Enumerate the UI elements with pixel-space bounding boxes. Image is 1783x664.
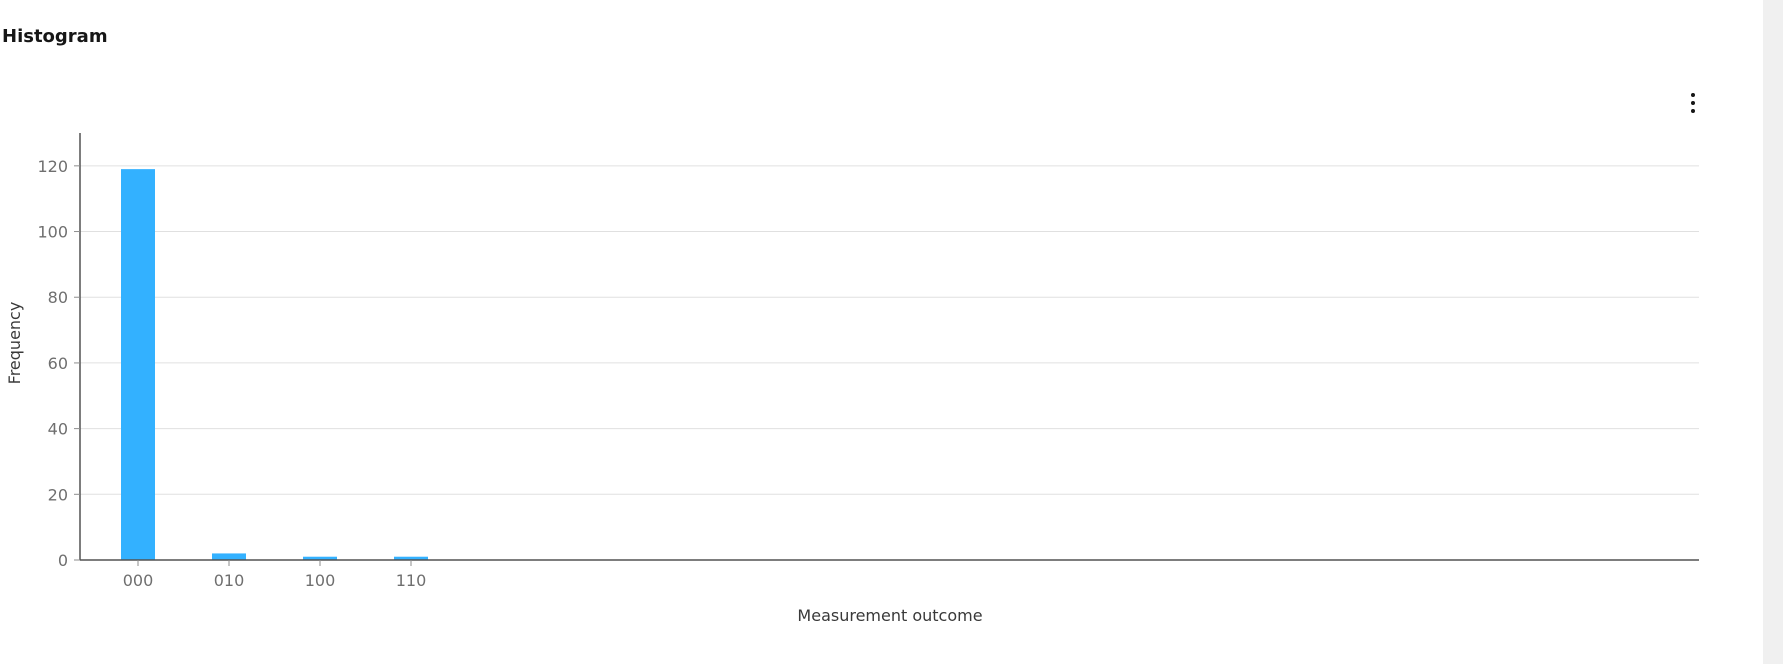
- y-tick-label: 40: [48, 420, 68, 439]
- x-tick-label: 000: [123, 571, 154, 590]
- bar-000[interactable]: [121, 169, 155, 560]
- x-tick-label: 100: [305, 571, 336, 590]
- histogram-chart: 0 20 40 60 80 100 120 000 010 100 110 Measurement…: [5, 133, 1699, 625]
- y-tick-label: 60: [48, 354, 68, 373]
- y-axis-title: Frequency: [5, 302, 24, 385]
- bars: [121, 169, 428, 560]
- y-tick-labels: 0 20 40 60 80 100 120: [37, 157, 80, 570]
- y-tick-label: 80: [48, 288, 68, 307]
- x-axis-title: Measurement outcome: [797, 606, 982, 625]
- x-tick-label: 010: [214, 571, 245, 590]
- y-tick-label: 120: [37, 157, 68, 176]
- y-tick-label: 0: [58, 551, 68, 570]
- x-tick-label: 110: [396, 571, 427, 590]
- x-tick-labels: 000 010 100 110: [123, 560, 427, 590]
- bar-010[interactable]: [212, 553, 246, 560]
- y-tick-label: 20: [48, 485, 68, 504]
- scrollbar[interactable]: [1763, 0, 1783, 664]
- grid-lines: [80, 165, 1699, 495]
- y-tick-label: 100: [37, 223, 68, 242]
